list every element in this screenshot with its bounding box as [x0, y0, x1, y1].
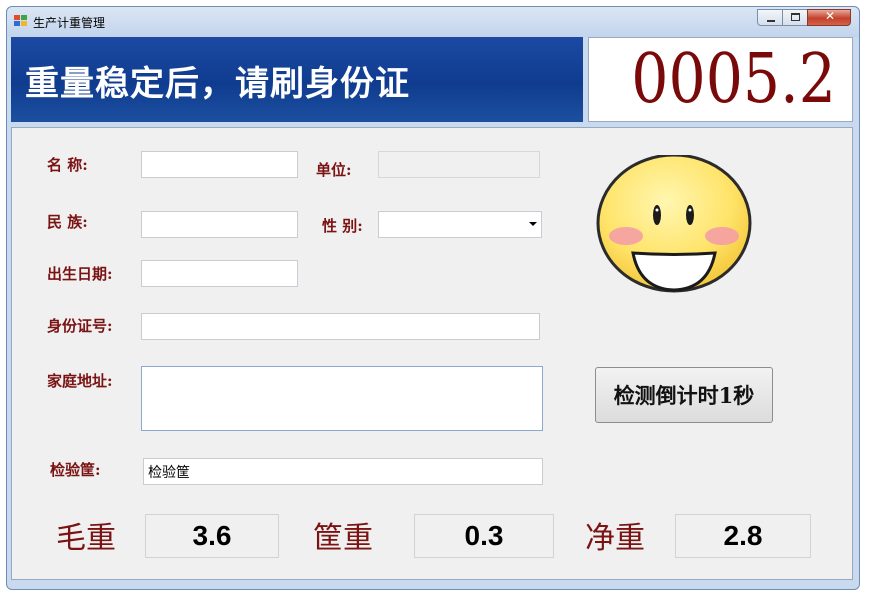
title-bar[interactable]: 生产计重管理 ✕ [7, 7, 859, 37]
ethnicity-label: 民 族: [47, 213, 88, 231]
close-button[interactable]: ✕ [807, 9, 851, 26]
prompt-banner: 重量稳定后，请刷身份证 [11, 37, 583, 122]
close-icon: ✕ [824, 9, 836, 23]
unit-label: 单位: [316, 161, 352, 179]
maximize-icon [791, 13, 800, 21]
net-weight-value: 2.8 [675, 514, 811, 558]
name-label: 名 称: [47, 156, 88, 174]
maximize-button[interactable] [782, 9, 808, 26]
basket-weight-value: 0.3 [414, 514, 554, 558]
weight-display: 0005.2 [588, 37, 853, 122]
gender-select[interactable] [378, 211, 542, 238]
gender-label: 性 别: [322, 217, 363, 235]
basket-weight-label: 筐重 [313, 521, 373, 556]
id-number-label: 身份证号: [47, 317, 113, 335]
id-number-field[interactable] [141, 313, 540, 340]
name-field[interactable] [141, 151, 298, 178]
basket-field[interactable]: 检验筐 [143, 458, 543, 485]
minimize-button[interactable] [757, 9, 783, 26]
address-label: 家庭地址: [47, 372, 113, 390]
net-weight-label: 净重 [585, 521, 645, 556]
basket-label: 检验筐: [50, 461, 101, 479]
ethnicity-field[interactable] [141, 211, 298, 238]
minimize-icon [767, 20, 775, 22]
chevron-down-icon[interactable] [529, 222, 537, 226]
birthdate-field[interactable] [141, 260, 298, 287]
countdown-button[interactable]: 检测倒计时1秒 [595, 367, 773, 423]
unit-field[interactable] [378, 151, 540, 178]
gross-weight-label: 毛重 [56, 521, 116, 556]
address-field[interactable] [141, 366, 543, 431]
gross-weight-value: 3.6 [145, 514, 279, 558]
prompt-text: 重量稳定后，请刷身份证 [25, 64, 410, 104]
smiley-face-icon [596, 155, 752, 293]
weight-reading: 0005.2 [631, 40, 836, 119]
birthdate-label: 出生日期: [47, 265, 113, 283]
window-title: 生产计重管理 [33, 16, 106, 30]
app-icon [14, 15, 28, 27]
